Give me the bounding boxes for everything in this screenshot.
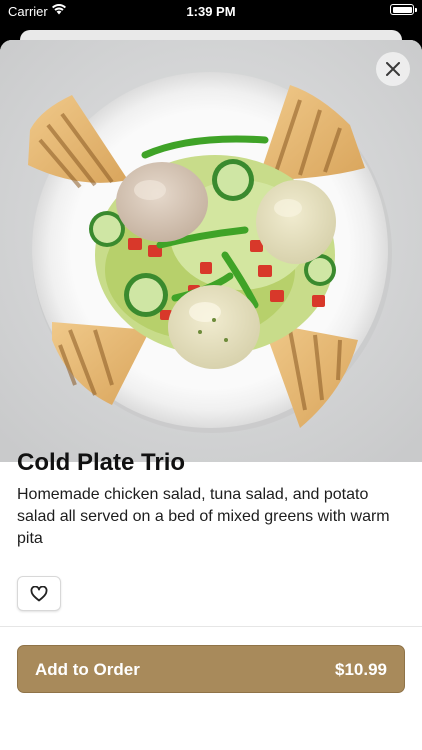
add-to-order-button[interactable]: Add to Order $10.99 [17,645,405,693]
footer-divider [0,626,422,627]
battery-icon [390,4,414,15]
potato-salad-scoop [168,285,260,369]
item-title: Cold Plate Trio [17,449,186,476]
cucumber-slice [124,273,168,317]
tuna-salad-scoop [116,162,208,242]
status-time: 1:39 PM [186,4,236,19]
heart-icon [30,585,48,601]
close-icon [386,62,400,76]
item-photo [0,40,422,462]
cucumber-slice [212,159,254,201]
add-to-order-label: Add to Order [35,660,140,679]
item-description: Homemade chicken salad, tuna salad, and … [17,486,390,547]
close-button[interactable] [376,52,410,86]
chicken-salad-scoop [256,180,336,264]
favorite-button[interactable] [17,576,61,611]
item-detail-sheet [0,40,422,750]
battery-tip [415,8,417,12]
status-bar: Carrier 1:39 PM [0,0,422,24]
item-price: $10.99 [335,660,387,679]
